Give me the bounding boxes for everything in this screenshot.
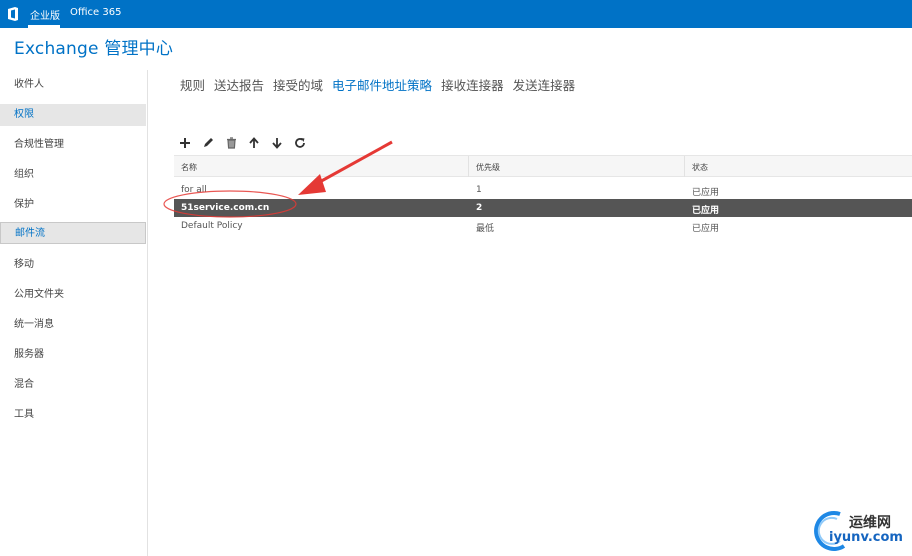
nav-item-mail-flow[interactable]: 邮件流 (0, 222, 146, 244)
column-divider (684, 156, 685, 177)
tab-email-address-policies[interactable]: 电子邮件地址策略 (332, 75, 432, 94)
column-divider (468, 156, 469, 177)
tab-accepted-domains[interactable]: 接受的域 (273, 75, 323, 94)
nav-item-recipients[interactable]: 收件人 (0, 74, 146, 96)
nav-item-organization[interactable]: 组织 (0, 164, 146, 186)
mail-flow-tabs: 规则 送达报告 接受的域 电子邮件地址策略 接收连接器 发送连接器 (180, 75, 584, 95)
cell-priority: 1 (476, 185, 482, 195)
refresh-icon[interactable] (291, 134, 309, 152)
nav-item-protection[interactable]: 保护 (0, 194, 146, 216)
tab-delivery-reports[interactable]: 送达报告 (214, 75, 264, 94)
cell-name: 51service.com.cn (181, 203, 270, 213)
cell-status: 已应用 (692, 224, 720, 234)
nav-item-tools[interactable]: 工具 (0, 404, 146, 426)
tab-rules[interactable]: 规则 (180, 75, 205, 94)
nav-item-compliance[interactable]: 合规性管理 (0, 134, 146, 156)
table-row-selected[interactable]: 51service.com.cn 2 已应用 (174, 199, 912, 217)
cell-priority: 2 (476, 203, 483, 213)
nav-item-mobile[interactable]: 移动 (0, 254, 146, 276)
enterprise-active-underline (28, 25, 60, 28)
table-row[interactable]: Default Policy 最低 已应用 (174, 217, 912, 235)
column-header-status[interactable]: 状态 (692, 162, 708, 173)
table-row[interactable]: for all 1 已应用 (174, 181, 912, 199)
nav-item-public-folders[interactable]: 公用文件夹 (0, 284, 146, 306)
table-header: 名称 优先级 状态 (174, 155, 912, 177)
move-up-icon[interactable] (245, 134, 263, 152)
cell-priority: 最低 (476, 224, 495, 234)
edit-icon[interactable] (199, 134, 217, 152)
move-down-icon[interactable] (268, 134, 286, 152)
watermark-cn: 运维网 (849, 515, 891, 531)
delete-icon[interactable] (222, 134, 240, 152)
nav-item-unified-messaging[interactable]: 统一消息 (0, 314, 146, 336)
app-title: Exchange 管理中心 (14, 39, 174, 59)
tab-send-connectors[interactable]: 发送连接器 (513, 75, 576, 94)
enterprise-link[interactable]: 企业版 (30, 7, 60, 22)
policy-table: 名称 优先级 状态 for all 1 已应用 51service.com.cn… (174, 155, 912, 235)
cell-name: Default Policy (181, 221, 243, 231)
toolbar (176, 131, 309, 149)
column-header-name[interactable]: 名称 (181, 162, 197, 173)
cell-name: for all (181, 185, 207, 195)
column-header-priority[interactable]: 优先级 (476, 162, 500, 173)
office365-link[interactable]: Office 365 (70, 7, 121, 18)
left-nav: 收件人 权限 合规性管理 组织 保护 邮件流 移动 公用文件夹 统一消息 服务器… (0, 70, 148, 556)
nav-item-hybrid[interactable]: 混合 (0, 374, 146, 396)
top-bar: 企业版 Office 365 (0, 0, 912, 28)
watermark-en: iyunv.com (829, 530, 903, 545)
add-icon[interactable] (176, 134, 194, 152)
cell-status: 已应用 (692, 188, 720, 198)
nav-item-servers[interactable]: 服务器 (0, 344, 146, 366)
tab-receive-connectors[interactable]: 接收连接器 (441, 75, 504, 94)
nav-item-permissions[interactable]: 权限 (0, 104, 146, 126)
cell-status: 已应用 (692, 206, 720, 216)
office-logo-icon[interactable] (6, 6, 20, 22)
